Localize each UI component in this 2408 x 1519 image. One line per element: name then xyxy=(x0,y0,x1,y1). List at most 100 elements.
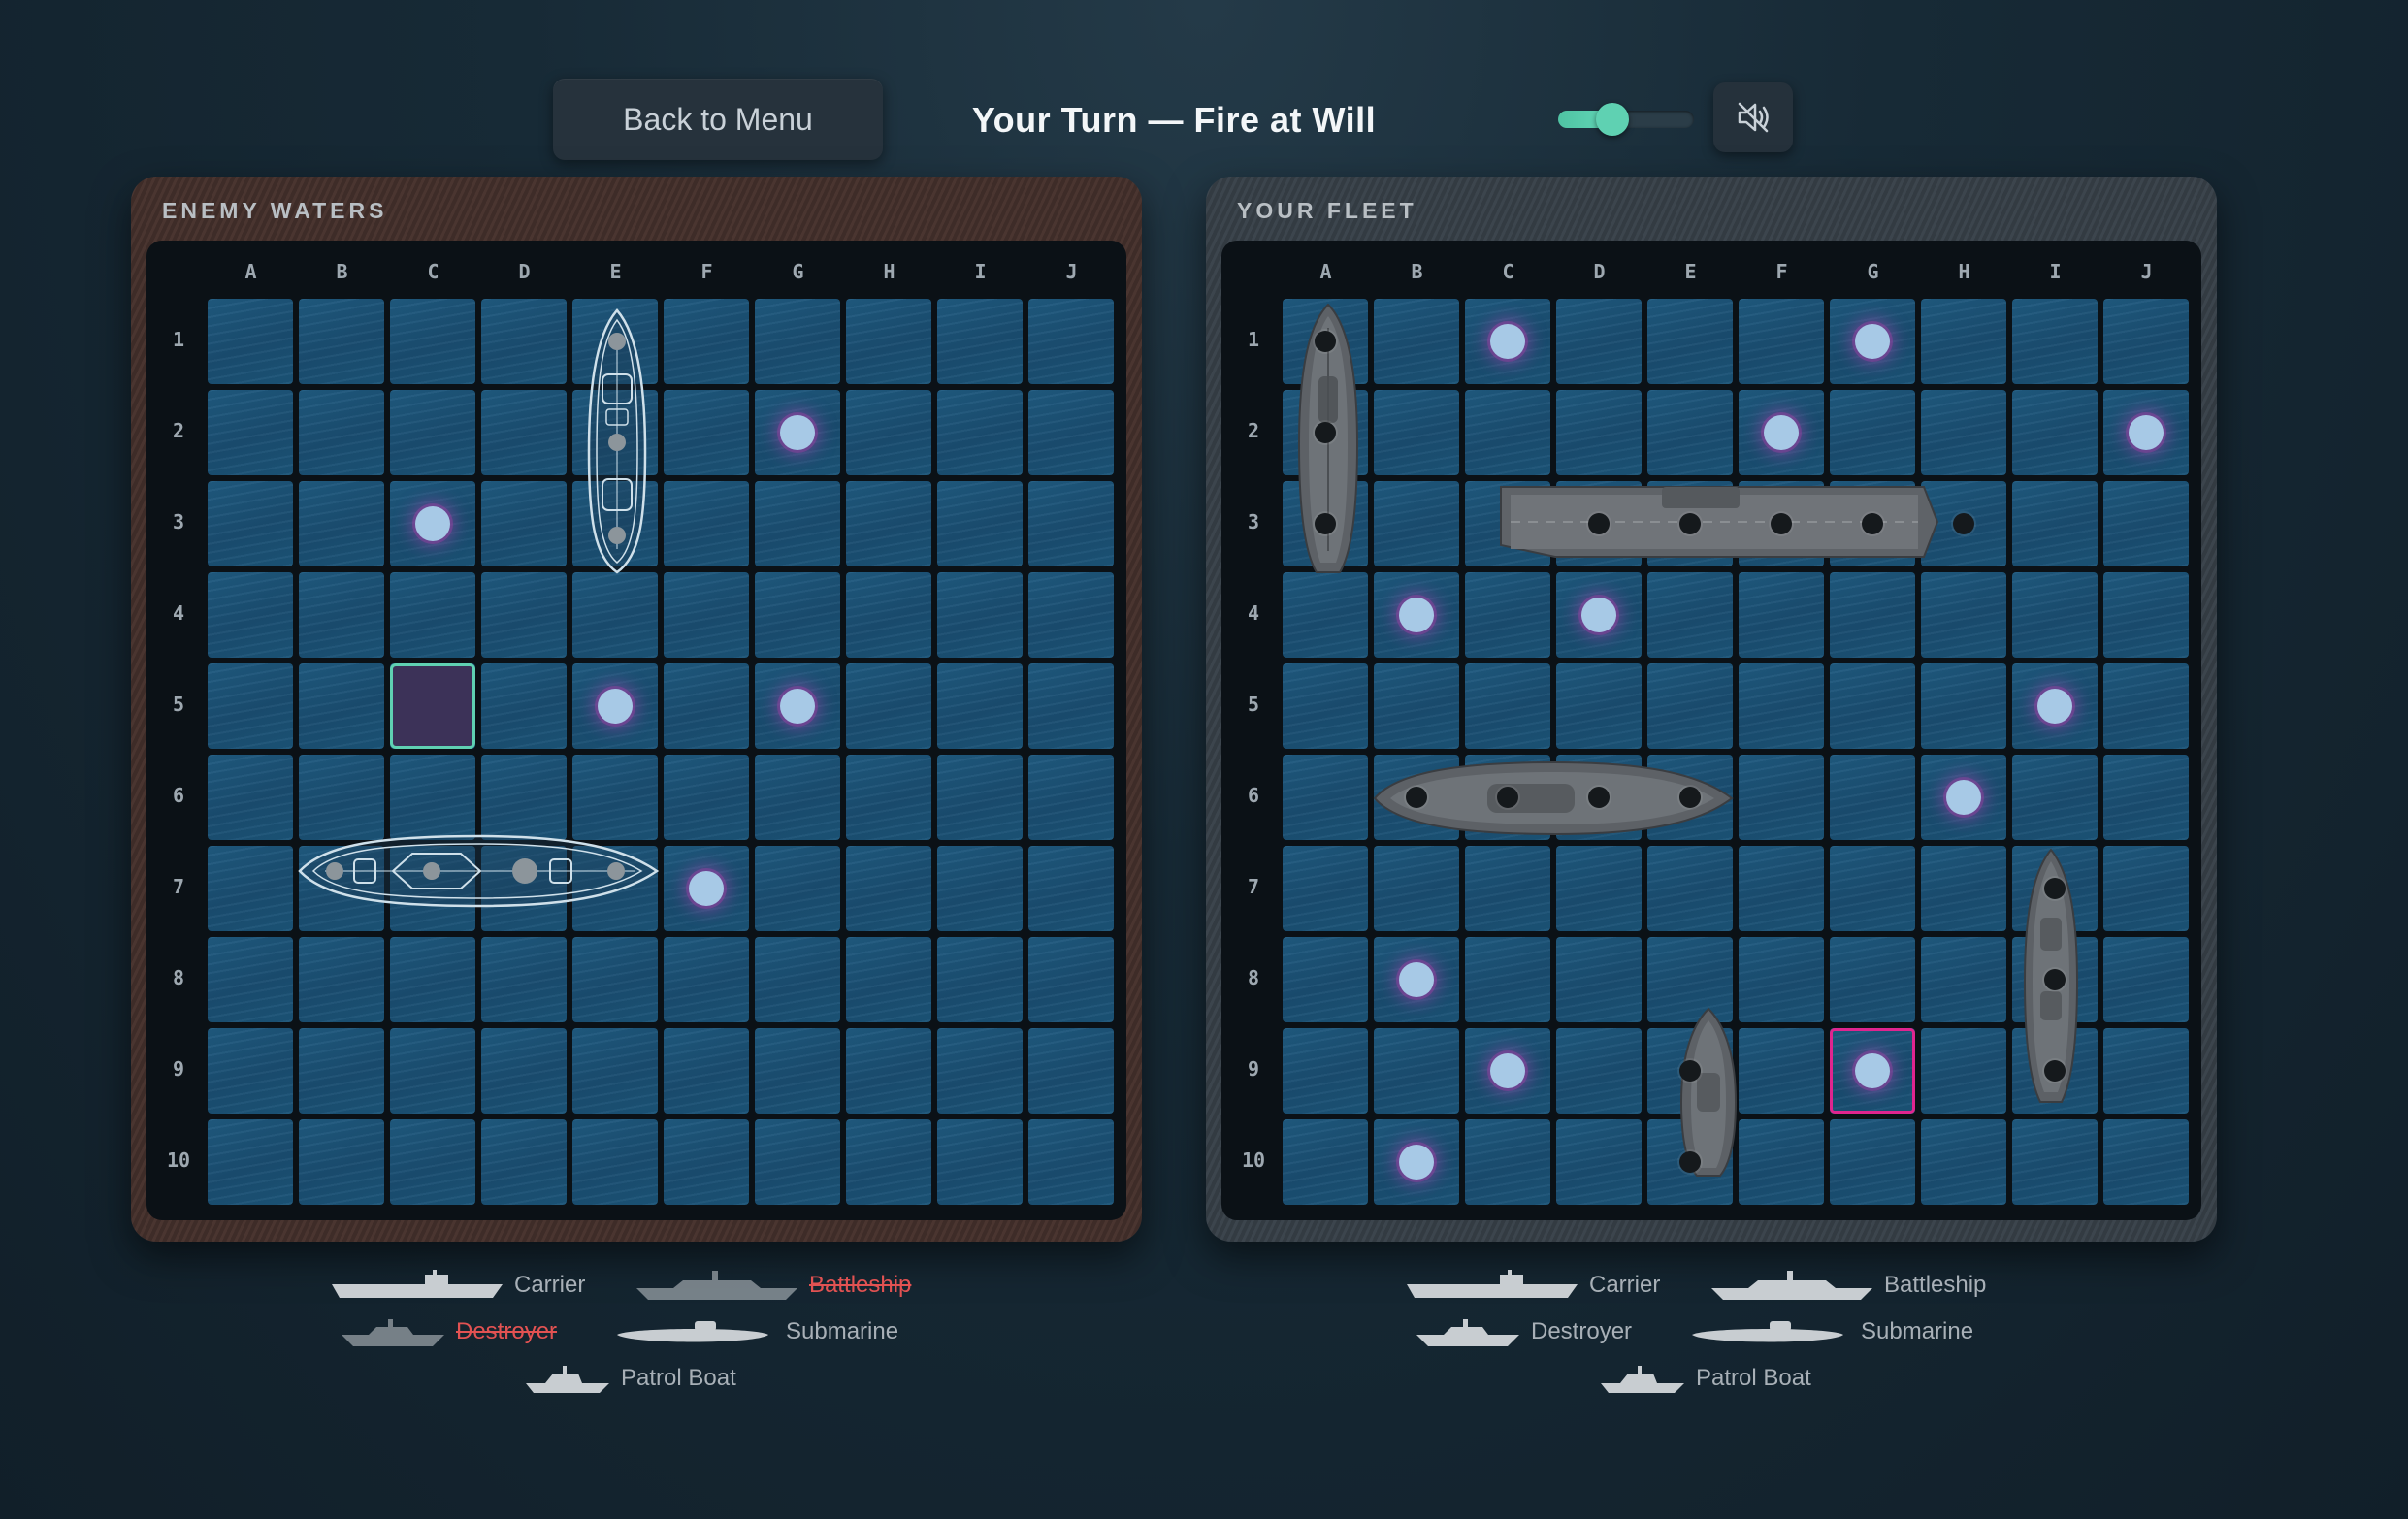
volume-thumb[interactable] xyxy=(1596,103,1629,136)
grid-cell-i2[interactable] xyxy=(937,390,1023,475)
grid-cell-i3[interactable] xyxy=(937,481,1023,566)
grid-cell-b4[interactable] xyxy=(299,572,384,658)
grid-cell-g9[interactable] xyxy=(755,1028,840,1114)
grid-cell-h9 xyxy=(1921,1028,2006,1114)
grid-cell-b10[interactable] xyxy=(299,1119,384,1205)
grid-cell-b5[interactable] xyxy=(299,663,384,749)
grid-cell-c9[interactable] xyxy=(390,1028,475,1114)
row-label-8: 8 xyxy=(172,966,185,989)
grid-cell-f1[interactable] xyxy=(664,299,749,384)
carrier-silhouette-icon xyxy=(330,1269,504,1302)
grid-cell-j2[interactable] xyxy=(1028,390,1114,475)
grid-cell-a8[interactable] xyxy=(208,937,293,1022)
grid-cell-c10[interactable] xyxy=(390,1119,475,1205)
volume-slider[interactable] xyxy=(1558,103,1694,136)
grid-cell-i2 xyxy=(2012,390,2098,475)
grid-cell-g10[interactable] xyxy=(755,1119,840,1205)
sound-toggle-button[interactable] xyxy=(1713,82,1793,152)
grid-cell-a5[interactable] xyxy=(208,663,293,749)
grid-cell-g4[interactable] xyxy=(755,572,840,658)
grid-cell-c2[interactable] xyxy=(390,390,475,475)
grid-cell-d5[interactable] xyxy=(481,663,567,749)
grid-cell-e10[interactable] xyxy=(572,1119,658,1205)
grid-cell-h5[interactable] xyxy=(846,663,931,749)
grid-cell-e8[interactable] xyxy=(572,937,658,1022)
grid-cell-i7[interactable] xyxy=(937,846,1023,931)
grid-cell-f3[interactable] xyxy=(664,481,749,566)
battleship-silhouette-icon xyxy=(1709,1269,1874,1302)
grid-cell-h1[interactable] xyxy=(846,299,931,384)
grid-cell-j3[interactable] xyxy=(1028,481,1114,566)
grid-cell-j9[interactable] xyxy=(1028,1028,1114,1114)
grid-cell-h2[interactable] xyxy=(846,390,931,475)
grid-cell-j4[interactable] xyxy=(1028,572,1114,658)
grid-cell-d4[interactable] xyxy=(481,572,567,658)
grid-cell-i1[interactable] xyxy=(937,299,1023,384)
grid-cell-a3[interactable] xyxy=(208,481,293,566)
grid-cell-b2[interactable] xyxy=(299,390,384,475)
grid-cell-a7[interactable] xyxy=(208,846,293,931)
miss-marker-g5 xyxy=(780,689,815,724)
grid-cell-i5[interactable] xyxy=(937,663,1023,749)
miss-marker-j2 xyxy=(2129,415,2164,450)
grid-cell-g3[interactable] xyxy=(755,481,840,566)
grid-cell-f8[interactable] xyxy=(664,937,749,1022)
grid-cell-a6 xyxy=(1283,755,1368,840)
grid-cell-g7[interactable] xyxy=(755,846,840,931)
grid-cell-h8[interactable] xyxy=(846,937,931,1022)
column-label-c: C xyxy=(1502,260,1514,283)
grid-cell-h6[interactable] xyxy=(846,755,931,840)
grid-cell-f9[interactable] xyxy=(664,1028,749,1114)
grid-cell-c1[interactable] xyxy=(390,299,475,384)
grid-cell-f5[interactable] xyxy=(664,663,749,749)
grid-cell-f2[interactable] xyxy=(664,390,749,475)
grid-cell-i8[interactable] xyxy=(937,937,1023,1022)
grid-cell-e9[interactable] xyxy=(572,1028,658,1114)
grid-cell-d1[interactable] xyxy=(481,299,567,384)
grid-cell-b1[interactable] xyxy=(299,299,384,384)
grid-cell-g1[interactable] xyxy=(755,299,840,384)
grid-cell-h9[interactable] xyxy=(846,1028,931,1114)
grid-cell-d8[interactable] xyxy=(481,937,567,1022)
grid-cell-b9[interactable] xyxy=(299,1028,384,1114)
grid-cell-g6[interactable] xyxy=(755,755,840,840)
grid-cell-b3[interactable] xyxy=(299,481,384,566)
grid-cell-c4[interactable] xyxy=(390,572,475,658)
grid-cell-i10[interactable] xyxy=(937,1119,1023,1205)
grid-cell-i6[interactable] xyxy=(937,755,1023,840)
grid-cell-h4[interactable] xyxy=(846,572,931,658)
grid-cell-d10[interactable] xyxy=(481,1119,567,1205)
grid-cell-h7[interactable] xyxy=(846,846,931,931)
grid-cell-i4[interactable] xyxy=(937,572,1023,658)
grid-cell-g8[interactable] xyxy=(755,937,840,1022)
grid-cell-j5[interactable] xyxy=(1028,663,1114,749)
grid-cell-d5 xyxy=(1556,663,1642,749)
grid-cell-i3 xyxy=(2012,481,2098,566)
grid-cell-d2[interactable] xyxy=(481,390,567,475)
grid-cell-d9[interactable] xyxy=(481,1028,567,1114)
grid-cell-c8[interactable] xyxy=(390,937,475,1022)
grid-cell-h3[interactable] xyxy=(846,481,931,566)
grid-cell-h10[interactable] xyxy=(846,1119,931,1205)
grid-cell-b8[interactable] xyxy=(299,937,384,1022)
enemy-target-cursor[interactable] xyxy=(390,663,475,749)
grid-cell-e4[interactable] xyxy=(572,572,658,658)
grid-cell-a7 xyxy=(1283,846,1368,931)
grid-cell-a1[interactable] xyxy=(208,299,293,384)
grid-cell-a9[interactable] xyxy=(208,1028,293,1114)
grid-cell-a2[interactable] xyxy=(208,390,293,475)
grid-cell-f10[interactable] xyxy=(664,1119,749,1205)
back-to-menu-button[interactable]: Back to Menu xyxy=(553,79,883,160)
grid-cell-a10[interactable] xyxy=(208,1119,293,1205)
grid-cell-a4[interactable] xyxy=(208,572,293,658)
grid-cell-j7[interactable] xyxy=(1028,846,1114,931)
grid-cell-a6[interactable] xyxy=(208,755,293,840)
grid-cell-j10[interactable] xyxy=(1028,1119,1114,1205)
grid-cell-f6[interactable] xyxy=(664,755,749,840)
grid-cell-i9[interactable] xyxy=(937,1028,1023,1114)
grid-cell-j8[interactable] xyxy=(1028,937,1114,1022)
grid-cell-d3[interactable] xyxy=(481,481,567,566)
grid-cell-j1[interactable] xyxy=(1028,299,1114,384)
grid-cell-f4[interactable] xyxy=(664,572,749,658)
grid-cell-j6[interactable] xyxy=(1028,755,1114,840)
